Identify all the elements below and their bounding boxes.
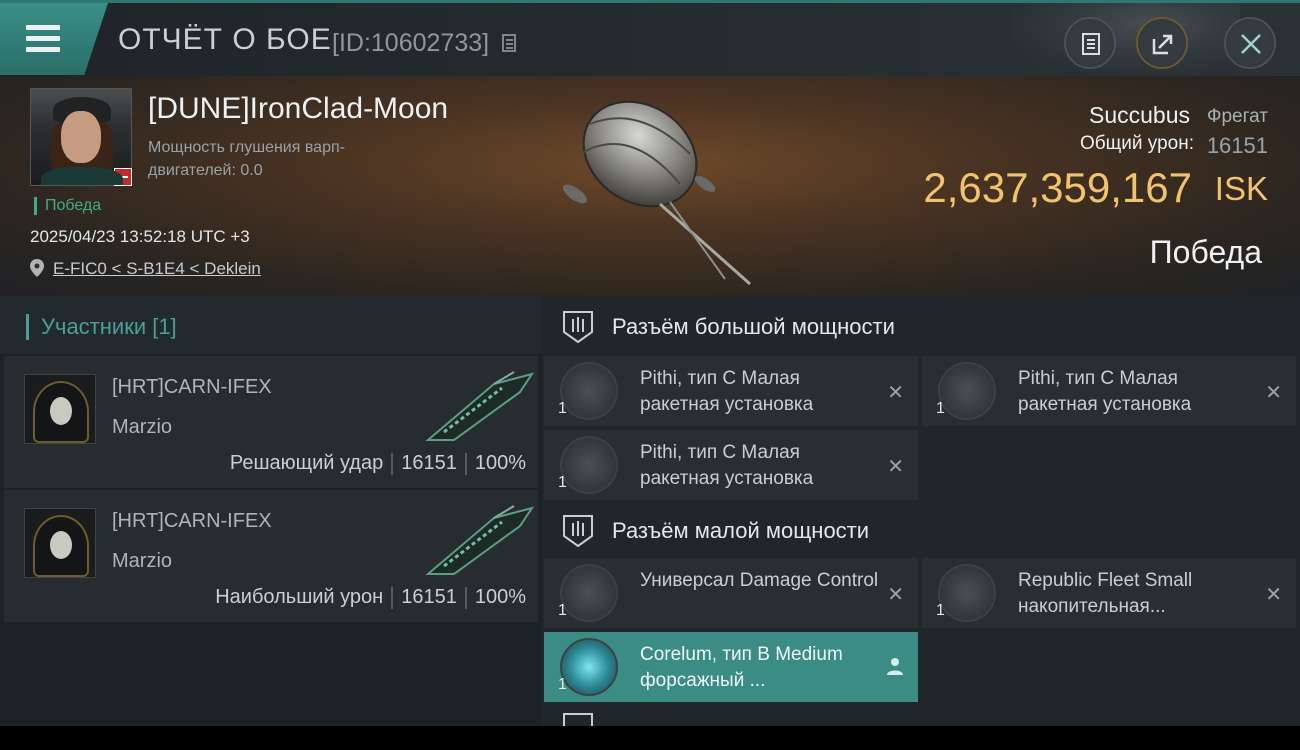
module-quantity: 1 bbox=[936, 400, 945, 417]
rocket-launcher-icon bbox=[560, 362, 618, 420]
close-icon bbox=[1241, 34, 1261, 54]
participant-corp: [HRT]CARN-IFEX bbox=[112, 510, 272, 532]
module-name: Corelum, тип B Medium форсажный ... bbox=[640, 644, 843, 691]
module-item[interactable]: 1 Corelum, тип B Medium форсажный ... bbox=[544, 632, 918, 702]
victim-pilot-name[interactable]: [DUNE]IronClad-Moon bbox=[148, 92, 448, 126]
menu-button[interactable] bbox=[0, 3, 108, 75]
destroyed-x-icon: ✕ bbox=[887, 582, 904, 606]
afterburner-icon bbox=[560, 638, 618, 696]
module-item[interactable]: 1 Универсал Damage Control ✕ bbox=[544, 558, 918, 628]
participant-row[interactable]: [HRT]CARN-IFEX Marzio Решающий удар 16151… bbox=[4, 356, 538, 488]
module-name: Pithi, тип C Малая ракетная установка bbox=[640, 442, 814, 489]
module-item[interactable]: 1 Republic Fleet Small накопительная... … bbox=[922, 558, 1296, 628]
module-quantity: 1 bbox=[558, 474, 567, 491]
participant-name: Marzio bbox=[112, 550, 173, 572]
module-name: Pithi, тип C Малая ракетная установка bbox=[1018, 368, 1192, 415]
next-section-header bbox=[542, 706, 1300, 726]
damage-control-icon bbox=[560, 564, 618, 622]
low-slot-shield-icon bbox=[563, 515, 593, 548]
participant-percent: 100% bbox=[474, 452, 526, 474]
participant-name: Marzio bbox=[112, 416, 173, 438]
slot-shield-icon bbox=[563, 713, 593, 726]
destroyed-x-icon: ✕ bbox=[887, 454, 904, 478]
module-quantity: 1 bbox=[936, 602, 945, 619]
dropped-person-icon bbox=[887, 658, 903, 675]
capacitor-battery-icon bbox=[938, 564, 996, 622]
log-icon bbox=[1082, 33, 1100, 55]
participant-stats: Наибольший урон 16151 100% bbox=[215, 586, 526, 609]
high-slot-header: Разъём большой мощности bbox=[542, 296, 1300, 356]
kill-datetime: 2025/04/23 13:52:18 UTC +3 bbox=[30, 227, 250, 246]
destroyed-x-icon: ✕ bbox=[1265, 582, 1282, 606]
isk-unit: ISK bbox=[1214, 170, 1268, 207]
victim-ship-name[interactable]: Succubus bbox=[1089, 102, 1190, 129]
page-title: ОТЧЁТ О БОЕ bbox=[118, 23, 332, 56]
bottom-edge bbox=[0, 726, 1300, 750]
share-icon bbox=[1152, 34, 1173, 55]
participants-panel: Участники [1] [HRT]CARN-IFEX Marzio Реша… bbox=[0, 296, 542, 726]
report-id: [ID:10602733] bbox=[332, 29, 490, 57]
module-quantity: 1 bbox=[558, 602, 567, 619]
module-quantity: 1 bbox=[558, 400, 567, 417]
rocket-launcher-icon bbox=[560, 436, 618, 494]
participant-avatar[interactable] bbox=[24, 508, 96, 578]
participant-damage: 16151 bbox=[401, 586, 457, 608]
participant-damage: 16151 bbox=[401, 452, 457, 474]
warp-scram-strength: Мощность глушения варп-двигателей: 0.0 bbox=[148, 139, 345, 179]
participant-percent: 100% bbox=[474, 586, 526, 608]
participant-stats: Решающий удар 16151 100% bbox=[230, 452, 526, 475]
victory-status-badge: Победа bbox=[34, 197, 101, 215]
location-link[interactable]: E-FIC0 < S-B1E4 < Deklein bbox=[53, 259, 261, 279]
hamburger-menu-icon[interactable] bbox=[26, 25, 60, 52]
participant-ship-image bbox=[425, 505, 534, 575]
victim-ship-image bbox=[563, 100, 751, 286]
module-name: Republic Fleet Small накопительная... bbox=[1018, 570, 1193, 617]
log-button[interactable] bbox=[1064, 17, 1116, 69]
low-slot-title: Разъём малой мощности bbox=[612, 518, 870, 543]
participant-row[interactable]: [HRT]CARN-IFEX Marzio Наибольший урон 161… bbox=[4, 490, 538, 622]
victim-ship-class: Фрегат bbox=[1207, 106, 1268, 127]
participant-role: Наибольший урон bbox=[215, 586, 384, 608]
victim-summary: [DUNE]IronClad-Moon Мощность глушения ва… bbox=[0, 76, 1300, 296]
module-item[interactable]: 1 Pithi, тип C Малая ракетная установка … bbox=[544, 356, 918, 426]
participants-title: Участники [1] bbox=[26, 314, 177, 340]
module-item[interactable]: 1 Pithi, тип C Малая ракетная установка … bbox=[544, 430, 918, 500]
close-button[interactable] bbox=[1224, 17, 1276, 69]
background-ship-decoration bbox=[1010, 3, 1240, 75]
module-item[interactable]: 1 Pithi, тип C Малая ракетная установка … bbox=[922, 356, 1296, 426]
total-damage-value: 16151 bbox=[1206, 133, 1268, 158]
high-slot-shield-icon bbox=[563, 311, 593, 344]
battle-result: Победа bbox=[1149, 234, 1262, 270]
module-name: Pithi, тип C Малая ракетная установка bbox=[640, 368, 814, 415]
participant-corp: [HRT]CARN-IFEX bbox=[112, 376, 272, 398]
share-button[interactable] bbox=[1136, 17, 1188, 69]
high-slot-title: Разъём большой мощности bbox=[612, 314, 895, 339]
rocket-launcher-icon bbox=[938, 362, 996, 420]
copy-icon[interactable] bbox=[502, 34, 516, 52]
isk-value: 2,637,359,167 bbox=[923, 164, 1192, 211]
fittings-panel: Разъём большой мощности 1 Pithi, тип C М… bbox=[542, 296, 1300, 726]
low-slot-header: Разъём малой мощности bbox=[542, 500, 1300, 560]
top-bar: ОТЧЁТ О БОЕ [ID:10602733] bbox=[0, 0, 1300, 76]
location-pin-icon bbox=[30, 259, 44, 277]
destroyed-x-icon: ✕ bbox=[1265, 380, 1282, 404]
victim-portrait[interactable] bbox=[30, 88, 132, 186]
participants-header: Участники [1] bbox=[0, 296, 542, 354]
module-quantity: 1 bbox=[558, 676, 567, 693]
total-damage-label: Общий урон: bbox=[1080, 133, 1194, 154]
module-name: Универсал Damage Control bbox=[640, 570, 879, 591]
participant-role: Решающий удар bbox=[229, 452, 384, 474]
destroyed-x-icon: ✕ bbox=[887, 380, 904, 404]
participant-ship-image bbox=[425, 371, 534, 441]
participant-avatar[interactable] bbox=[24, 374, 96, 444]
